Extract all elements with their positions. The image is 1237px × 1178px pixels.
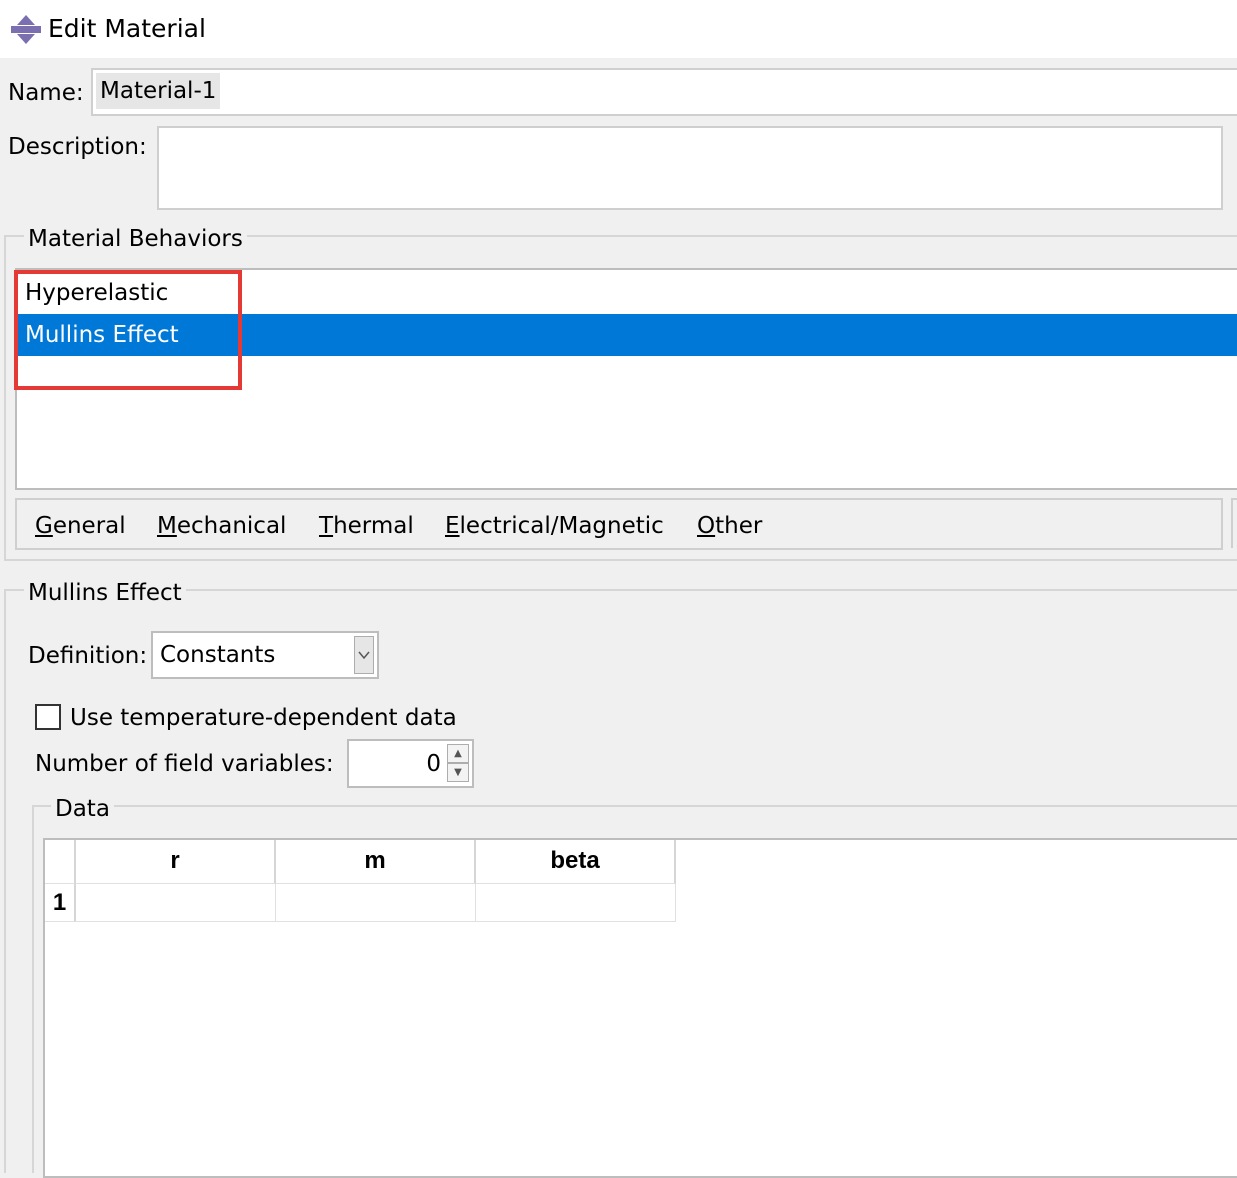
behaviors-group-border-left: [4, 235, 6, 560]
data-table[interactable]: r m beta 1: [43, 838, 1237, 1178]
row-header: 1: [45, 884, 76, 922]
mullins-group-border-left: [4, 589, 6, 1173]
field-variables-label: Number of field variables:: [35, 751, 334, 777]
menu-other-mnemonic: O: [697, 513, 716, 539]
description-field[interactable]: [157, 126, 1223, 210]
menu-general[interactable]: General: [35, 510, 126, 542]
temperature-dependent-label: Use temperature-dependent data: [70, 705, 457, 731]
material-icon: [11, 15, 41, 44]
definition-select[interactable]: Constants: [151, 631, 379, 679]
menu-electrical-label: lectrical/Magnetic: [459, 513, 664, 539]
field-variables-value: 0: [426, 751, 441, 777]
menu-electrical-mnemonic: E: [445, 513, 460, 539]
definition-label: Definition:: [28, 643, 148, 669]
spin-up-arrow-icon[interactable]: ▲: [447, 744, 469, 763]
data-group-title: Data: [51, 794, 114, 824]
menu-bar-edge: [1231, 498, 1237, 548]
chevron-down-icon: [358, 651, 370, 660]
window-title: Edit Material: [48, 14, 206, 43]
column-header-beta[interactable]: beta: [476, 840, 676, 884]
menu-electrical-magnetic[interactable]: Electrical/Magnetic: [445, 510, 664, 542]
behaviors-group-border-bottom: [4, 559, 1237, 561]
spin-down-arrow-icon[interactable]: ▼: [447, 763, 469, 782]
menu-other-label: ther: [715, 513, 763, 539]
definition-dropdown-button[interactable]: [354, 636, 374, 674]
behaviors-group-title: Material Behaviors: [24, 224, 247, 254]
menu-thermal[interactable]: Thermal: [319, 510, 414, 542]
menu-other[interactable]: Other: [697, 510, 762, 542]
menu-thermal-mnemonic: T: [319, 513, 334, 539]
description-label: Description:: [8, 134, 147, 160]
temperature-dependent-checkbox[interactable]: [35, 704, 61, 730]
menu-mechanical[interactable]: Mechanical: [157, 510, 286, 542]
column-header-m[interactable]: m: [276, 840, 476, 884]
menu-general-label: eneral: [52, 513, 126, 539]
table-corner: [45, 840, 76, 884]
menu-general-mnemonic: G: [35, 513, 53, 539]
behavior-menu-bar: General Mechanical Thermal Electrical/Ma…: [15, 498, 1223, 550]
definition-value: Constants: [160, 642, 276, 668]
name-label: Name:: [8, 80, 84, 106]
field-variables-spinbox[interactable]: 0 ▲ ▼: [347, 739, 474, 788]
mullins-group-border: [4, 589, 1237, 591]
menu-mechanical-mnemonic: M: [157, 513, 177, 539]
name-field[interactable]: [91, 68, 1237, 116]
data-group-border-left: [32, 805, 34, 1173]
column-header-r[interactable]: r: [76, 840, 276, 884]
data-group-border: [32, 805, 1237, 807]
table-cell-beta[interactable]: [476, 884, 676, 922]
annotation-highlight-box: [14, 270, 242, 390]
menu-mechanical-label: echanical: [176, 513, 287, 539]
name-value[interactable]: Material-1: [96, 73, 221, 109]
table-cell-r[interactable]: [76, 884, 276, 922]
table-cell-m[interactable]: [276, 884, 476, 922]
mullins-group-title: Mullins Effect: [24, 578, 186, 608]
menu-thermal-label: hermal: [333, 513, 414, 539]
